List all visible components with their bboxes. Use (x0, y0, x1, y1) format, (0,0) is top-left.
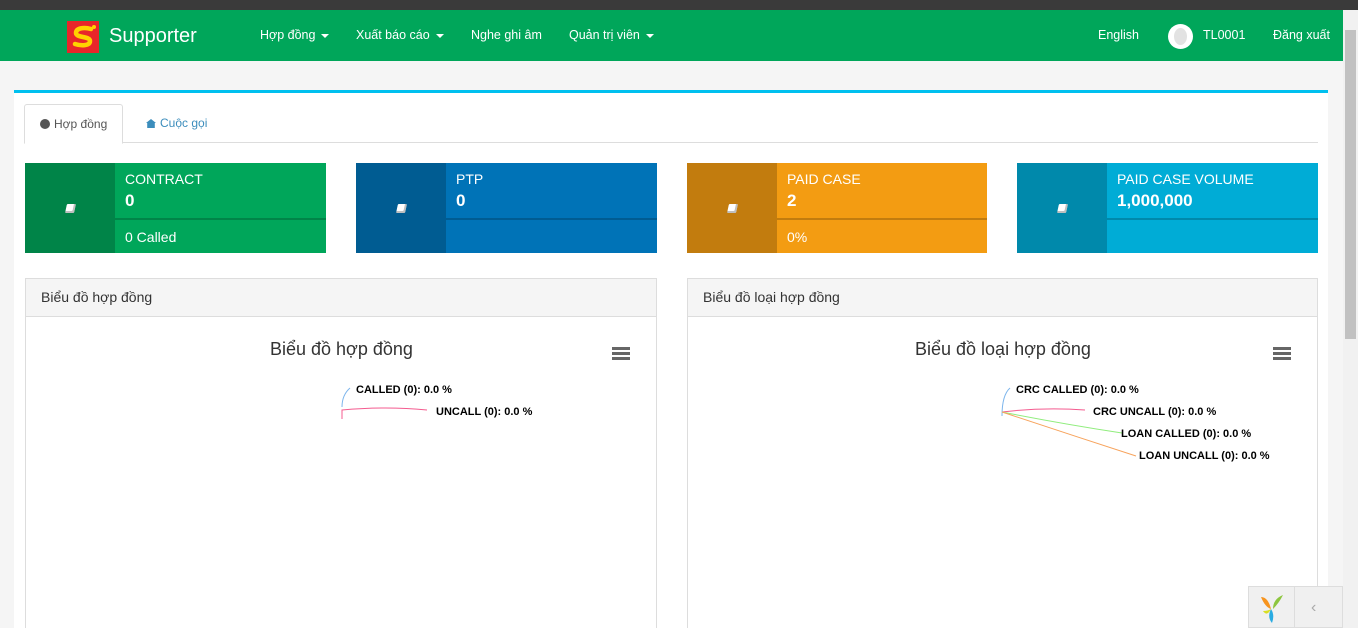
brand-name[interactable]: Supporter (109, 25, 197, 48)
logout-link[interactable]: Đăng xuất (1273, 28, 1330, 42)
caret-down-icon (645, 33, 654, 38)
info-box-icon-bg (1017, 163, 1107, 253)
info-box-ptp: PTP 0 (356, 163, 657, 253)
user-avatar[interactable] (1168, 24, 1193, 49)
nav-xuat-bao-cao[interactable]: Xuất báo cáo (356, 28, 444, 42)
data-label-loan-called: LOAN CALLED (0): 0.0 % (1121, 428, 1252, 440)
info-box-divider (446, 218, 657, 220)
data-label-loan-uncall: LOAN UNCALL (0): 0.0 % (1139, 450, 1270, 462)
user-name[interactable]: TL0001 (1203, 28, 1245, 42)
caret-down-icon (435, 33, 444, 38)
info-box-divider (115, 218, 326, 220)
info-box-label: PAID CASE VOLUME (1117, 171, 1254, 187)
book-icon (1056, 203, 1068, 213)
panel-contract-chart: Biểu đồ hợp đồng Biểu đồ hợp đồng CALLED… (25, 278, 657, 628)
browser-top-strip (0, 0, 1358, 10)
info-box-value: 0 (125, 191, 135, 210)
nav-hop-dong[interactable]: Hợp đồng (260, 28, 330, 42)
leader-line-called (341, 387, 351, 408)
top-navbar: Supporter Hợp đồng Xuất báo cáo Nghe ghi… (0, 10, 1343, 61)
pie-chart-2 (1001, 387, 1137, 457)
nav-hop-dong-label: Hợp đồng (260, 28, 316, 42)
info-box-contract: CONTRACT 0 0 Called (25, 163, 326, 253)
data-label-uncall: UNCALL (0): 0.0 % (436, 406, 533, 418)
nav-nghe-ghi-am-label: Nghe ghi âm (471, 28, 542, 42)
info-circle-icon (40, 119, 50, 129)
info-box-label: PAID CASE (787, 171, 861, 187)
book-icon (395, 203, 407, 213)
leader-line-loan-uncall (1001, 411, 1137, 457)
caret-down-icon (321, 33, 330, 38)
pie-chart-1 (341, 387, 428, 419)
language-link[interactable]: English (1098, 28, 1139, 42)
nav-xuat-bao-cao-label: Xuất báo cáo (356, 28, 430, 42)
brand-logo[interactable] (67, 21, 99, 53)
info-box-paid-case: PAID CASE 2 0% (687, 163, 987, 253)
nav-quan-tri-vien-label: Quản trị viên (569, 28, 640, 42)
yii-logo-icon (1261, 595, 1283, 623)
info-box-paid-case-volume: PAID CASE VOLUME 1,000,000 (1017, 163, 1318, 253)
info-box-icon-bg (25, 163, 115, 253)
scrollbar-thumb[interactable] (1345, 30, 1356, 339)
leader-line-uncall (341, 407, 428, 419)
info-box-desc: 0 Called (125, 229, 177, 245)
info-box-divider (777, 218, 987, 220)
data-label-crc-uncall: CRC UNCALL (0): 0.0 % (1093, 406, 1217, 418)
tab-hop-dong[interactable]: Hợp đồng (24, 104, 123, 144)
page-scrollbar[interactable] (1343, 10, 1358, 628)
leader-line-crc-uncall (1001, 408, 1086, 413)
info-box-label: PTP (456, 171, 484, 187)
data-label-called: CALLED (0): 0.0 % (356, 384, 452, 396)
info-box-icon-bg (356, 163, 446, 253)
collapse-toolbar-icon[interactable]: ‹ (1311, 599, 1316, 617)
info-box-desc: 0% (787, 229, 808, 245)
nav-quan-tri-vien[interactable]: Quản trị viên (569, 28, 654, 42)
book-icon (64, 203, 76, 213)
tab-cuoc-goi-label: Cuộc gọi (160, 116, 208, 130)
info-box-value: 2 (787, 191, 797, 210)
info-box-icon-bg (687, 163, 777, 253)
tab-cuoc-goi[interactable]: Cuộc gọi (131, 104, 222, 143)
info-box-label: CONTRACT (125, 171, 203, 187)
nav-nghe-ghi-am[interactable]: Nghe ghi âm (471, 28, 542, 42)
tab-hop-dong-label: Hợp đồng (54, 117, 108, 131)
data-label-crc-called: CRC CALLED (0): 0.0 % (1016, 384, 1139, 396)
panel-contract-type-chart: Biểu đồ loại hợp đồng Biểu đồ loại hợp đ… (687, 278, 1318, 628)
info-box-divider (1107, 218, 1318, 220)
yii-logo-button[interactable] (1249, 587, 1295, 627)
info-box-value: 1,000,000 (1117, 191, 1193, 210)
logo-s-icon (72, 25, 96, 48)
book-icon (726, 203, 738, 213)
debug-toolbar: ‹ (1248, 586, 1343, 628)
tab-bar: Hợp đồng Cuộc gọi (24, 104, 1318, 144)
home-icon (146, 119, 156, 128)
info-box-value: 0 (456, 191, 466, 210)
